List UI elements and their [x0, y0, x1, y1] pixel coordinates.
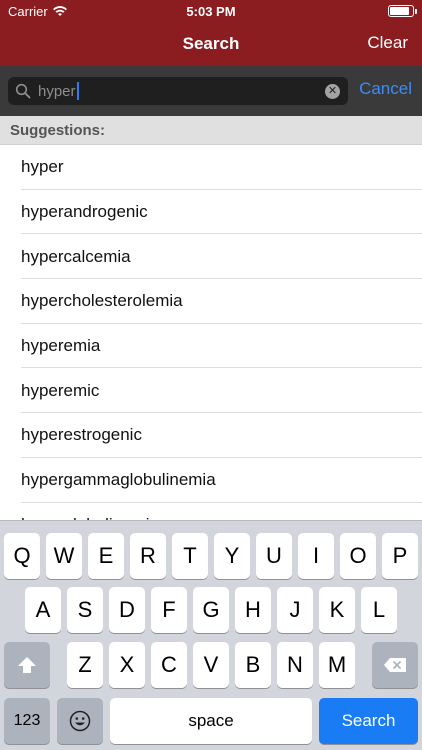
shift-key[interactable]: [4, 642, 50, 688]
key-w[interactable]: W: [46, 533, 82, 579]
suggestions-list: hyper hyperandrogenic hypercalcemia hype…: [0, 145, 422, 520]
list-item[interactable]: hyperestrogenic: [0, 413, 422, 458]
search-key[interactable]: Search: [319, 698, 418, 744]
list-item[interactable]: hypercholesterolemia: [0, 279, 422, 324]
key-z[interactable]: Z: [67, 642, 103, 688]
key-l[interactable]: L: [361, 587, 397, 633]
key-b[interactable]: B: [235, 642, 271, 688]
key-p[interactable]: P: [382, 533, 418, 579]
key-u[interactable]: U: [256, 533, 292, 579]
key-m[interactable]: M: [319, 642, 355, 688]
key-c[interactable]: C: [151, 642, 187, 688]
page-title: Search: [182, 34, 240, 53]
list-item[interactable]: hyperglobulinemia: [0, 503, 422, 520]
key-j[interactable]: J: [277, 587, 313, 633]
search-input[interactable]: hyper ✕: [8, 77, 348, 105]
backspace-icon: [384, 658, 406, 672]
shift-icon: [18, 657, 36, 673]
keyboard: Q W E R T Y U I O P A S D F G H J K L Z …: [0, 520, 422, 750]
clear-button[interactable]: Clear: [367, 33, 408, 53]
text-caret: [76, 82, 79, 100]
space-key[interactable]: space: [110, 698, 312, 744]
emoji-icon: [69, 710, 91, 732]
key-s[interactable]: S: [67, 587, 103, 633]
key-f[interactable]: F: [151, 587, 187, 633]
key-g[interactable]: G: [193, 587, 229, 633]
list-item[interactable]: hypergammaglobulinemia: [0, 458, 422, 503]
key-h[interactable]: H: [235, 587, 271, 633]
key-o[interactable]: O: [340, 533, 376, 579]
key-n[interactable]: N: [277, 642, 313, 688]
key-x[interactable]: X: [109, 642, 145, 688]
suggestions-header-label: Suggestions:: [10, 122, 106, 139]
battery-icon: [388, 5, 417, 17]
clear-text-icon[interactable]: ✕: [325, 84, 340, 99]
suggestions-header: Suggestions:: [0, 116, 422, 145]
search-bar: hyper ✕ Cancel: [0, 66, 422, 116]
list-item[interactable]: hyperemia: [0, 324, 422, 369]
top-bar: Carrier 5:03 PM Search Clear: [0, 0, 422, 66]
backspace-key[interactable]: [372, 642, 418, 688]
numbers-key[interactable]: 123: [4, 698, 50, 744]
list-item[interactable]: hypercalcemia: [0, 234, 422, 279]
key-d[interactable]: D: [109, 587, 145, 633]
list-item[interactable]: hyperandrogenic: [0, 190, 422, 235]
key-q[interactable]: Q: [4, 533, 40, 579]
list-item[interactable]: hyperemic: [0, 368, 422, 413]
key-y[interactable]: Y: [214, 533, 250, 579]
status-time: 5:03 PM: [186, 4, 236, 19]
key-t[interactable]: T: [172, 533, 208, 579]
status-bar: Carrier 5:03 PM: [0, 0, 422, 22]
search-icon: [15, 83, 31, 99]
key-e[interactable]: E: [88, 533, 124, 579]
list-item[interactable]: hyper: [0, 145, 422, 190]
key-r[interactable]: R: [130, 533, 166, 579]
key-a[interactable]: A: [25, 587, 61, 633]
key-k[interactable]: K: [319, 587, 355, 633]
key-v[interactable]: V: [193, 642, 229, 688]
key-i[interactable]: I: [298, 533, 334, 579]
search-input-value: hyper: [38, 82, 76, 100]
emoji-key[interactable]: [57, 698, 103, 744]
cancel-button[interactable]: Cancel: [359, 79, 412, 99]
